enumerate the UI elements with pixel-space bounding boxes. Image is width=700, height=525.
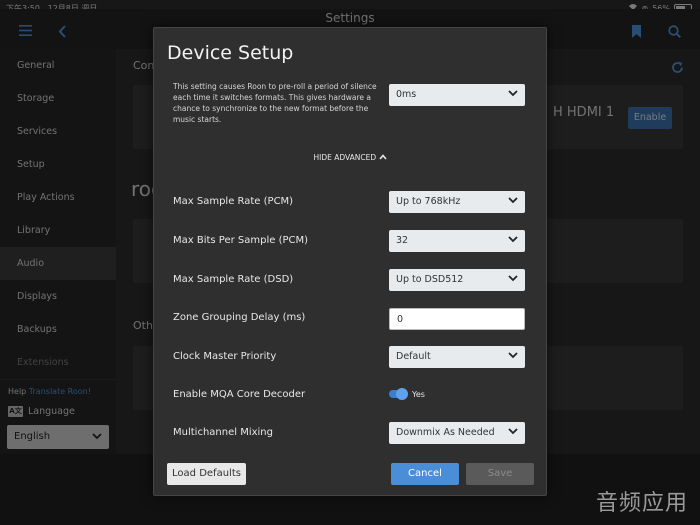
preroll-description: This setting causes Roon to pre-roll a p…: [173, 82, 377, 124]
device-setup-dialog: Device Setup This setting causes Roon to…: [153, 27, 547, 496]
watermark-text: 音频应用: [595, 491, 688, 516]
app-root: 下午3:50 12月8日 週日 ⊚ 56% Settings General: [0, 0, 700, 525]
save-button[interactable]: Save: [466, 463, 534, 485]
chevron-down-icon: [508, 422, 518, 444]
max-bits-value: 32: [396, 235, 409, 246]
multichannel-mixing-label: Multichannel Mixing: [173, 427, 273, 438]
clock-master-priority-label: Clock Master Priority: [173, 351, 277, 362]
zone-grouping-delay-input[interactable]: 0: [389, 308, 525, 330]
clock-master-priority-select[interactable]: Default: [389, 346, 525, 368]
toggle-knob: [396, 388, 408, 400]
chevron-down-icon: [508, 191, 518, 213]
max-bits-select[interactable]: 32: [389, 230, 525, 252]
cancel-button[interactable]: Cancel: [391, 463, 459, 485]
chevron-down-icon: [508, 230, 518, 252]
max-sample-rate-dsd-value: Up to DSD512: [396, 274, 464, 285]
multichannel-mixing-select[interactable]: Downmix As Needed: [389, 422, 525, 444]
hide-advanced-label: HIDE ADVANCED: [313, 153, 377, 162]
max-sample-rate-pcm-value: Up to 768kHz: [396, 196, 461, 207]
preroll-value: 0ms: [396, 89, 417, 100]
max-sample-rate-dsd-label: Max Sample Rate (DSD): [173, 274, 294, 285]
mqa-decoder-value: Yes: [412, 390, 425, 399]
mqa-decoder-toggle[interactable]: [389, 388, 408, 400]
clock-master-priority-value: Default: [396, 351, 431, 362]
mqa-decoder-label: Enable MQA Core Decoder: [173, 389, 306, 400]
dialog-title: Device Setup: [167, 42, 294, 64]
max-sample-rate-dsd-select[interactable]: Up to DSD512: [389, 269, 525, 291]
load-defaults-button[interactable]: Load Defaults: [167, 463, 246, 485]
zone-grouping-delay-label: Zone Grouping Delay (ms): [173, 312, 306, 323]
chevron-up-icon: [378, 153, 387, 162]
max-sample-rate-pcm-label: Max Sample Rate (PCM): [173, 196, 294, 207]
preroll-select[interactable]: 0ms: [389, 84, 525, 106]
chevron-down-icon: [508, 346, 518, 368]
multichannel-mixing-value: Downmix As Needed: [396, 427, 495, 438]
chevron-down-icon: [508, 269, 518, 291]
max-sample-rate-pcm-select[interactable]: Up to 768kHz: [389, 191, 525, 213]
chevron-down-icon: [508, 84, 518, 106]
hide-advanced-toggle[interactable]: HIDE ADVANCED: [154, 153, 546, 162]
max-bits-label: Max Bits Per Sample (PCM): [173, 235, 309, 246]
